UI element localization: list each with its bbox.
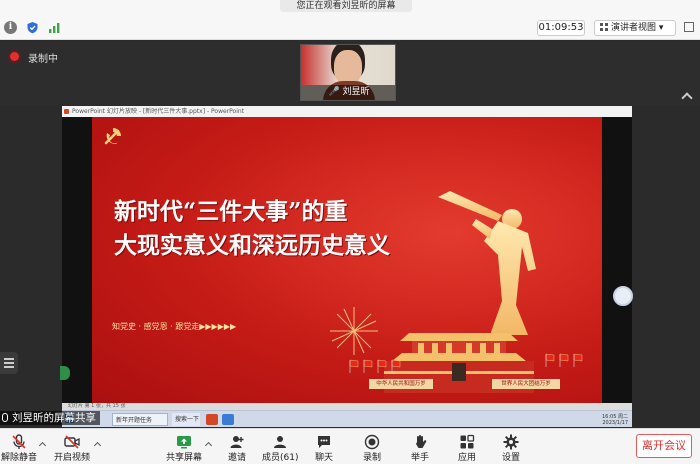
slide-headline: 新时代“三件大事”的重 大现实意义和深远历史意义 <box>114 195 474 263</box>
firework-graphic <box>330 307 378 355</box>
headline-line-1: 新时代“三件大事”的重 <box>114 198 348 225</box>
record-button[interactable]: 录制 <box>358 429 386 464</box>
raise-hand-icon <box>416 435 427 448</box>
info-icon[interactable]: i <box>4 21 17 34</box>
powerpoint-taskbar-icon <box>206 414 218 425</box>
slide: 新时代“三件大事”的重 大现实意义和深远历史意义 知党史 · 感党恩 · 跟党走… <box>92 117 602 405</box>
recording-status: 录制中 <box>28 54 58 65</box>
grid-view-icon <box>600 23 608 31</box>
ppt-titlebar: PowerPoint 幻灯片放映 - [新时代三件大事.pptx] - Powe… <box>62 106 632 117</box>
participant-name-label: 🎤 刘昱昕 <box>301 85 395 100</box>
record-icon <box>364 434 380 450</box>
headline-line-2: 大现实意义和深远历史意义 <box>114 232 390 259</box>
mic-mini-icon <box>2 413 8 422</box>
side-menu-handle-icon[interactable] <box>0 352 18 374</box>
screen-share-label: 刘昱昕的屏幕共享 <box>0 411 100 425</box>
chat-icon <box>318 436 330 448</box>
slide-status-bar: 幻灯片 第 1 张，共 15 张 <box>62 403 632 410</box>
share-notice: 您正在观看刘昱昕的屏幕 <box>280 0 412 12</box>
view-mode-button[interactable]: 演讲者视图 ▾ <box>594 20 676 36</box>
network-signal-icon[interactable] <box>48 21 61 34</box>
members-label: 成员(61) <box>262 453 299 463</box>
chat-button[interactable]: 聊天 <box>310 429 338 464</box>
share-screen-label: 共享屏幕 <box>165 453 202 463</box>
windows-taskbar: 新年开题任务 搜索一下 16:05 周二 2023/1/17 <box>62 410 632 427</box>
raise-hand-label: 举手 <box>410 453 429 463</box>
view-mode-label: 演讲者视图 <box>611 23 657 33</box>
taskbar-task: 新年开题任务 <box>112 413 168 426</box>
participant-name: 刘昱昕 <box>342 87 370 97</box>
clock-date: 2023/1/17 <box>602 420 628 426</box>
apps-label: 应用 <box>457 453 476 463</box>
mic-options-chevron-icon[interactable] <box>38 441 47 450</box>
invite-label: 邀请 <box>227 453 246 463</box>
mic-muted-icon <box>12 434 26 449</box>
red-flags-left <box>349 359 401 373</box>
share-screen-icon <box>177 436 191 449</box>
banner-right: 世界人民大团结万岁 <box>492 379 560 389</box>
ppt-title: PowerPoint 幻灯片放映 - [新时代三件大事.pptx] - Powe… <box>72 108 245 115</box>
apps-button[interactable]: 应用 <box>453 429 481 464</box>
unmute-label: 解除静音 <box>0 453 37 463</box>
fullscreen-icon[interactable] <box>684 22 694 32</box>
taskbar-search: 搜索一下 <box>172 413 200 426</box>
video-options-chevron-icon[interactable] <box>93 441 102 450</box>
gear-icon <box>503 434 519 450</box>
invite-button[interactable]: 邀请 <box>222 429 252 464</box>
camera-off-icon <box>64 435 80 449</box>
apps-grid-icon <box>460 434 475 449</box>
meeting-timer: 01:09:53 <box>537 20 585 36</box>
invite-user-icon <box>230 436 244 448</box>
app-taskbar-icon <box>222 414 234 425</box>
unmute-button[interactable]: 解除静音 <box>0 429 38 464</box>
shield-icon[interactable] <box>26 21 39 34</box>
recording-dot-icon <box>10 52 19 61</box>
chat-label: 聊天 <box>314 453 333 463</box>
participant-video-tile[interactable]: 🎤 刘昱昕 <box>300 44 396 101</box>
start-video-label: 开启视频 <box>53 453 90 463</box>
shared-screen: PowerPoint 幻灯片放映 - [新时代三件大事.pptx] - Powe… <box>62 106 632 414</box>
leave-meeting-button[interactable]: 离开会议 <box>636 434 692 458</box>
participant-face <box>334 50 362 84</box>
side-green-tab[interactable] <box>60 366 70 380</box>
red-flags-right <box>545 353 583 367</box>
banner-left: 中华人民共和国万岁 <box>369 379 433 389</box>
slide-subtitle: 知党史 · 感党恩 · 跟党走▶▶▶▶▶▶ <box>112 322 237 331</box>
trumpeter-figure <box>438 191 536 335</box>
taskbar-clock: 16:05 周二 2023/1/17 <box>562 413 628 426</box>
settings-label: 设置 <box>501 453 520 463</box>
share-options-chevron-icon[interactable] <box>204 441 213 450</box>
floating-avatar-icon[interactable] <box>613 286 633 306</box>
members-icon <box>274 436 286 448</box>
powerpoint-icon <box>64 109 69 114</box>
record-label: 录制 <box>362 453 381 463</box>
settings-button[interactable]: 设置 <box>497 429 525 464</box>
share-screen-button[interactable]: 共享屏幕 <box>164 429 204 464</box>
start-video-button[interactable]: 开启视频 <box>52 429 92 464</box>
raise-hand-button[interactable]: 举手 <box>406 429 434 464</box>
bottom-toolbar: 解除静音 开启视频 共享屏幕 邀请 成员(61) 聊天 录制 举手 应用 设置 <box>0 428 700 464</box>
members-button[interactable]: 成员(61) <box>262 429 298 464</box>
party-emblem-icon <box>104 128 121 145</box>
top-bar: 您正在观看刘昱昕的屏幕 i 01:09:53 演讲者视图 ▾ <box>0 0 700 40</box>
screen-share-label-text: 刘昱昕的屏幕共享 <box>12 412 96 424</box>
